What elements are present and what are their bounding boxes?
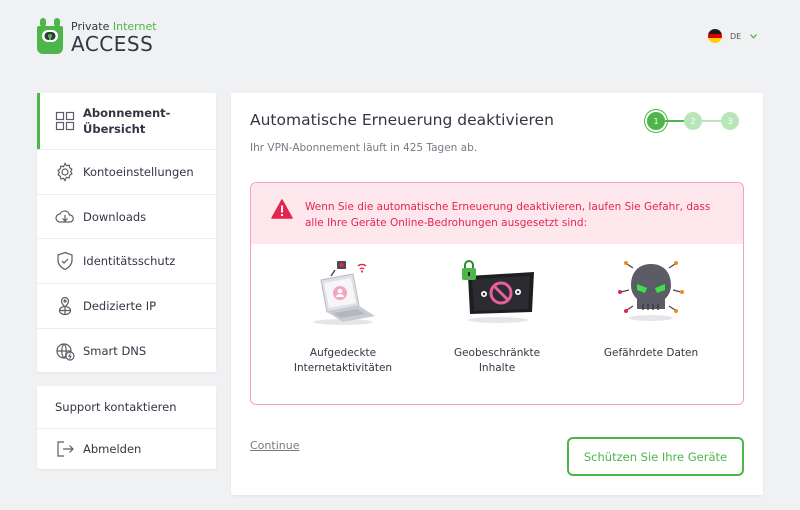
sidebar-item-downloads[interactable]: Downloads: [37, 193, 216, 239]
sidebar-secondary: Support kontaktieren Abmelden: [37, 386, 216, 469]
shield-check-icon: [55, 251, 75, 271]
risk-item-endangered-data: Gefährdete Daten: [581, 257, 721, 361]
warning-triangle-icon: [271, 199, 293, 219]
sidebar-item-label: Abonnement-Übersicht: [83, 106, 171, 136]
warning-header: Wenn Sie die automatische Erneuerung dea…: [251, 183, 743, 244]
sidebar-item-dedicated-ip[interactable]: Dedizierte IP: [37, 283, 216, 328]
logout-icon: [55, 439, 75, 459]
pia-robot-icon: [37, 18, 63, 54]
logout-button[interactable]: Abmelden: [37, 428, 216, 469]
page-title: Automatische Erneuerung deaktivieren: [250, 111, 554, 129]
sidebar-item-label: Dedizierte IP: [83, 298, 157, 313]
sidebar-item-label: Downloads: [83, 209, 147, 224]
germany-flag-icon: [708, 29, 722, 43]
sidebar-item-label: Smart DNS: [83, 343, 147, 358]
chevron-down-icon: [750, 32, 758, 41]
warning-text: Wenn Sie die automatische Erneuerung dea…: [305, 201, 711, 229]
sidebar-item-label: Kontoeinstellungen: [83, 164, 194, 179]
location-globe-icon: [55, 296, 75, 316]
subscription-expiry-text: Ihr VPN-Abonnement läuft in 425 Tagen ab…: [250, 142, 478, 154]
support-label: Support kontaktieren: [55, 400, 177, 414]
risk-label: Geobeschränkte Inhalte: [453, 347, 541, 374]
sidebar-item-label: Identitätsschutz: [83, 254, 176, 269]
continue-link[interactable]: Continue: [250, 439, 299, 452]
step-connector: [665, 120, 684, 122]
step-connector: [702, 120, 721, 122]
cloud-download-icon: [55, 207, 75, 227]
exposed-laptop-illustration: [273, 257, 413, 327]
support-contact-link[interactable]: Support kontaktieren: [37, 386, 216, 428]
brand-name: ACCESS: [71, 32, 154, 56]
protect-devices-button[interactable]: Schützen Sie Ihre Geräte: [567, 437, 744, 476]
sidebar-item-account-settings[interactable]: Kontoeinstellungen: [37, 149, 216, 194]
language-selector[interactable]: DE: [708, 29, 758, 43]
threat-skull-illustration: [581, 257, 721, 327]
sidebar-item-identity-protection[interactable]: Identitätsschutz: [37, 238, 216, 283]
risk-label: Gefährdete Daten: [603, 347, 699, 359]
geo-blocked-screen-illustration: [427, 257, 567, 327]
sidebar-item-subscription-overview[interactable]: Abonnement-Übersicht: [37, 93, 216, 149]
warning-box: Wenn Sie die automatische Erneuerung dea…: [250, 182, 744, 405]
step-indicator: 1 2 3: [647, 112, 739, 130]
risk-item-geo-restricted: Geobeschränkte Inhalte: [427, 257, 567, 376]
logout-label: Abmelden: [83, 442, 142, 456]
brand-logo[interactable]: Private Internet ACCESS: [37, 18, 157, 55]
main-card: Automatische Erneuerung deaktivieren Ihr…: [231, 93, 763, 495]
sidebar-item-smart-dns[interactable]: Smart DNS: [37, 327, 216, 373]
language-code: DE: [730, 31, 742, 41]
gear-icon: [55, 162, 75, 182]
grid-icon: [55, 111, 75, 131]
step-2: 2: [684, 112, 702, 130]
step-1: 1: [647, 112, 665, 130]
risk-item-exposed-activity: Aufgedeckte Internetaktivitäten: [273, 257, 413, 376]
sidebar-nav: Abonnement-Übersicht Kontoeinstellungen …: [37, 93, 216, 373]
step-3: 3: [721, 112, 739, 130]
risk-label: Aufgedeckte Internetaktivitäten: [293, 347, 393, 374]
globe-lightning-icon: [55, 341, 75, 361]
